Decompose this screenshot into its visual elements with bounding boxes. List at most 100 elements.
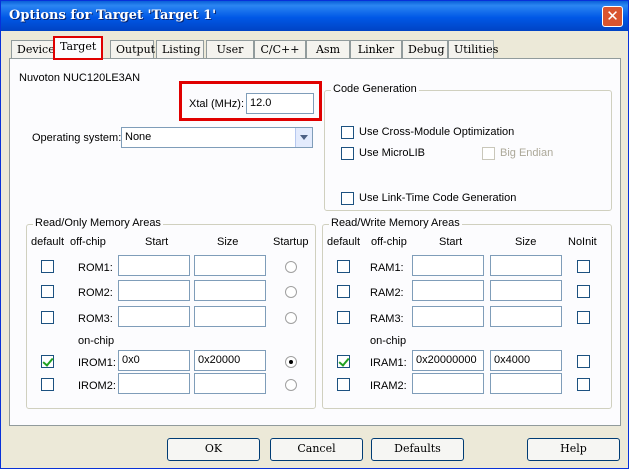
ram3-start-input[interactable]	[412, 306, 484, 327]
ram2-noinit-checkbox[interactable]	[577, 285, 590, 298]
irom2-start-input[interactable]	[118, 373, 190, 394]
os-value: None	[125, 131, 152, 143]
tab-cpp[interactable]: C/C++	[254, 40, 306, 58]
ram1-default-checkbox[interactable]	[337, 260, 350, 273]
iram1-size-input[interactable]: 0x4000	[490, 350, 562, 371]
tab-asm[interactable]: Asm	[306, 40, 350, 58]
ok-button[interactable]: OK	[167, 438, 260, 461]
iram2-label: IRAM2:	[370, 380, 407, 392]
options-dialog: Options for Target 'Target 1' ✕ Device T…	[0, 0, 629, 469]
rw-header-offchip: off-chip	[371, 236, 407, 248]
close-button[interactable]: ✕	[602, 6, 623, 27]
title-bar[interactable]: Options for Target 'Target 1' ✕	[1, 1, 628, 31]
ram1-start-input[interactable]	[412, 255, 484, 276]
rom2-label: ROM2:	[78, 287, 113, 299]
rom1-start-input[interactable]	[118, 255, 190, 276]
cancel-button[interactable]: Cancel	[270, 438, 363, 461]
rom2-default-checkbox[interactable]	[41, 285, 54, 298]
iram2-noinit-checkbox[interactable]	[577, 378, 590, 391]
defaults-button[interactable]: Defaults	[371, 438, 464, 461]
ro-header-start: Start	[145, 236, 169, 248]
rw-header-size: Size	[515, 236, 537, 248]
rw-header-start: Start	[439, 236, 463, 248]
rom2-startup-radio[interactable]	[285, 286, 297, 298]
rom3-start-input[interactable]	[118, 306, 190, 327]
link-time-label: Use Link-Time Code Generation	[359, 192, 517, 204]
ram1-size-input[interactable]	[490, 255, 562, 276]
irom2-startup-radio[interactable]	[285, 379, 297, 391]
rw-memory-title: Read/Write Memory Areas	[329, 217, 462, 229]
big-endian-label: Big Endian	[500, 147, 554, 159]
rom2-start-input[interactable]	[118, 280, 190, 301]
iram1-noinit-checkbox[interactable]	[577, 355, 590, 368]
ro-header-offchip: off-chip	[70, 236, 106, 248]
os-select[interactable]: None	[121, 127, 313, 148]
rom1-default-checkbox[interactable]	[41, 260, 54, 273]
tab-user[interactable]: User	[206, 40, 254, 58]
microlib-label: Use MicroLIB	[359, 147, 426, 159]
irom1-size-input[interactable]: 0x20000	[194, 350, 266, 371]
tab-debug[interactable]: Debug	[402, 40, 448, 58]
rom3-default-checkbox[interactable]	[41, 311, 54, 324]
big-endian-checkbox	[482, 147, 495, 160]
ram2-start-input[interactable]	[412, 280, 484, 301]
rom1-label: ROM1:	[78, 262, 113, 274]
rw-onchip-label: on-chip	[370, 335, 407, 347]
ram2-default-checkbox[interactable]	[337, 285, 350, 298]
rw-header-default: default	[327, 236, 361, 248]
ram1-noinit-checkbox[interactable]	[577, 260, 590, 273]
tab-utilities[interactable]: Utilities	[448, 40, 498, 58]
iram1-start-input[interactable]: 0x20000000	[412, 350, 484, 371]
irom1-start-input[interactable]: 0x0	[118, 350, 190, 371]
rom3-size-input[interactable]	[194, 306, 266, 327]
irom2-size-input[interactable]	[194, 373, 266, 394]
iram2-size-input[interactable]	[490, 373, 562, 394]
irom2-default-checkbox[interactable]	[41, 378, 54, 391]
dialog-client: Device Target Output Listing User C/C++ …	[3, 31, 627, 467]
ram3-default-checkbox[interactable]	[337, 311, 350, 324]
ro-onchip-label: on-chip	[78, 335, 115, 347]
tab-device[interactable]: Device	[11, 40, 55, 58]
tab-linker[interactable]: Linker	[350, 40, 402, 58]
ram2-size-input[interactable]	[490, 280, 562, 301]
iram1-label: IRAM1:	[370, 357, 407, 369]
rom3-label: ROM3:	[78, 313, 113, 325]
irom2-label: IROM2:	[78, 380, 116, 392]
rw-header-noinit: NoInit	[568, 236, 597, 248]
rw-memory-group: Read/Write Memory Areas default off-chip…	[322, 217, 612, 409]
os-label: Operating system:	[32, 132, 122, 144]
irom1-startup-radio[interactable]	[285, 356, 297, 368]
microlib-checkbox[interactable]	[341, 147, 354, 160]
rom1-startup-radio[interactable]	[285, 261, 297, 273]
close-icon: ✕	[606, 7, 619, 25]
irom1-label: IROM1:	[78, 357, 116, 369]
ro-memory-group: Read/Only Memory Areas default off-chip …	[26, 217, 316, 409]
ram3-size-input[interactable]	[490, 306, 562, 327]
ram1-label: RAM1:	[370, 262, 404, 274]
rom1-size-input[interactable]	[194, 255, 266, 276]
ro-header-startup: Startup	[273, 236, 309, 248]
ram2-label: RAM2:	[370, 287, 404, 299]
chevron-down-icon[interactable]	[295, 128, 312, 147]
cross-module-label: Use Cross-Module Optimization	[359, 126, 515, 138]
code-generation-title: Code Generation	[331, 83, 419, 95]
tab-listing[interactable]: Listing	[156, 40, 204, 58]
iram2-start-input[interactable]	[412, 373, 484, 394]
rom3-startup-radio[interactable]	[285, 312, 297, 324]
cross-module-checkbox[interactable]	[341, 126, 354, 139]
tab-output[interactable]: Output	[110, 40, 155, 58]
device-name: Nuvoton NUC120LE3AN	[19, 72, 141, 84]
ram3-noinit-checkbox[interactable]	[577, 311, 590, 324]
link-time-checkbox[interactable]	[341, 192, 354, 205]
rom2-size-input[interactable]	[194, 280, 266, 301]
iram2-default-checkbox[interactable]	[337, 378, 350, 391]
help-button[interactable]: Help	[527, 438, 620, 461]
ram3-label: RAM3:	[370, 313, 404, 325]
code-generation-group: Code Generation Use Cross-Module Optimiz…	[324, 83, 612, 211]
iram1-default-checkbox[interactable]	[337, 355, 350, 368]
target-page: Nuvoton NUC120LE3AN Xtal (MHz): 12.0 Ope…	[9, 58, 621, 426]
tab-target[interactable]: Target	[53, 36, 103, 60]
ro-header-size: Size	[217, 236, 239, 248]
ro-header-default: default	[31, 236, 65, 248]
irom1-default-checkbox[interactable]	[41, 355, 54, 368]
